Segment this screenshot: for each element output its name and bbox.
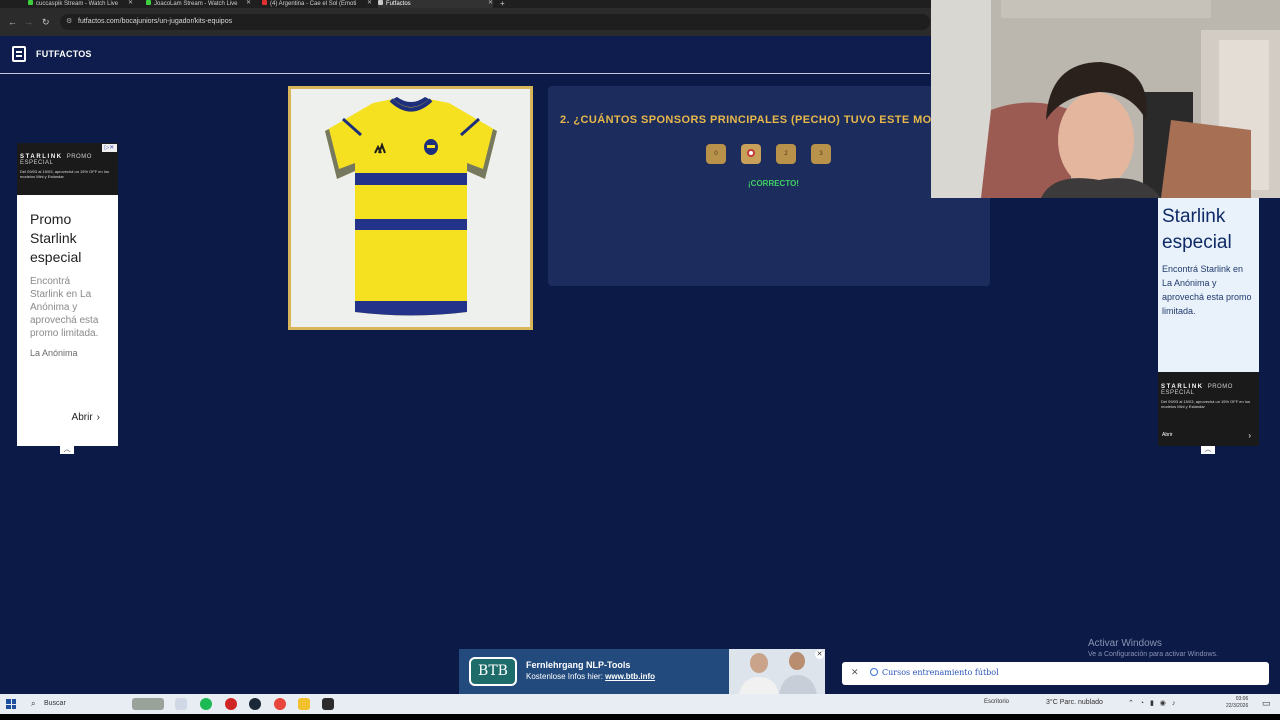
- new-tab-icon[interactable]: +: [500, 0, 505, 8]
- tab-joacolam[interactable]: JoacoLam Stream - Watch Live ✕: [146, 0, 251, 8]
- bottom-ad[interactable]: BTB Fernlehrgang NLP-Tools Kostenlose In…: [459, 649, 825, 694]
- system-tray-icons[interactable]: ⌃ ◔ ▮ ◉ ♪: [1128, 699, 1177, 707]
- reload-icon[interactable]: ↻: [42, 17, 50, 28]
- chevron-right-icon: ›: [96, 412, 100, 423]
- notifications-icon[interactable]: ▭: [1262, 698, 1271, 709]
- close-icon[interactable]: ✕: [851, 667, 859, 678]
- url-text: futfactos.com/bocajuniors/un-jugador/kit…: [78, 18, 233, 25]
- stream-favicon-icon: [28, 0, 33, 5]
- ad-body: Encontrá Starlink en La Anónima y aprove…: [30, 276, 99, 339]
- steam-icon[interactable]: [249, 698, 261, 710]
- address-bar[interactable]: ⚙ futfactos.com/bocajuniors/un-jugador/k…: [60, 14, 930, 30]
- starlink-logo: STARLINK PROMO ESPECIAL: [20, 154, 115, 166]
- selected-answer-icon: [747, 149, 755, 158]
- suggestion-text[interactable]: Cursos entrenamiento fútbol: [882, 668, 999, 677]
- back-icon[interactable]: ←: [8, 17, 17, 27]
- tab-label: (4) Argentina - Cae el Sol (Emoti: [270, 1, 357, 7]
- spotify-icon[interactable]: [200, 698, 212, 710]
- desktop-label[interactable]: Escritorio: [984, 699, 1009, 705]
- ad-title: Fernlehrgang NLP-Tools: [526, 660, 631, 670]
- stream-favicon-icon: [146, 0, 151, 5]
- taskbar-clock[interactable]: 03:06 22/3/2026: [1226, 696, 1248, 710]
- chrome-icon[interactable]: [274, 698, 286, 710]
- clock-time: 03:06: [1235, 696, 1249, 702]
- watermark-title: Activar Windows: [1088, 638, 1162, 649]
- watermark-subtitle: Ve a Configuración para activar Windows.: [1088, 651, 1218, 658]
- tab-cuccaspik[interactable]: cuccaspik Stream - Watch Live ✕: [28, 0, 133, 8]
- youtube-favicon-icon: [262, 0, 267, 5]
- widgets-icon[interactable]: [132, 698, 164, 710]
- webcam-overlay: [931, 0, 1280, 198]
- ad-open-button[interactable]: Abrir ›: [72, 412, 100, 423]
- close-tab-icon[interactable]: ✕: [488, 0, 493, 7]
- starlink-logo: STARLINK PROMO ESPECIAL: [1161, 384, 1256, 396]
- site-info-icon[interactable]: ⚙: [66, 14, 72, 30]
- tab-argentina[interactable]: (4) Argentina - Cae el Sol (Emoti ✕: [262, 0, 372, 8]
- ad-choices-icon[interactable]: ▷✕: [102, 144, 117, 152]
- site-brand[interactable]: FUTFACTOS: [36, 49, 92, 59]
- task-view-icon[interactable]: [175, 698, 187, 710]
- ad-line-prefix: Kostenlose Infos hier:: [526, 672, 606, 681]
- site-header: FUTFACTOS: [0, 36, 930, 74]
- answer-option-1[interactable]: [741, 144, 761, 164]
- ad-headline: Starlink especial: [1162, 206, 1232, 253]
- collapse-ad-right-icon[interactable]: ︿: [1201, 446, 1215, 454]
- windows-start-icon[interactable]: [6, 699, 16, 709]
- close-tab-icon[interactable]: ✕: [246, 0, 251, 7]
- ad-advertiser: La Anónima: [30, 348, 78, 358]
- ad-line: Kostenlose Infos hier: www.btb.info: [526, 672, 655, 681]
- windows-taskbar: ⌕ Buscar Escritorio 3°C Parc. nublado ⌃ …: [0, 694, 1280, 714]
- ad-photo-image: [729, 649, 825, 694]
- chevron-right-icon[interactable]: ›: [1248, 431, 1251, 440]
- kit-image-card: [288, 86, 533, 330]
- screen-bottom-edge: [0, 714, 1280, 720]
- answer-option-0[interactable]: 0: [706, 144, 726, 164]
- option-label: 3: [819, 151, 823, 157]
- ad-fine-print: Del 09/03 al 15/03, aprovechá un 15% OFF…: [1161, 399, 1250, 409]
- file-explorer-icon[interactable]: [298, 698, 310, 710]
- futfactos-logo-icon[interactable]: [12, 46, 26, 62]
- ad-headline: Promo Starlink especial: [30, 211, 82, 265]
- ad-right[interactable]: Starlink especial Encontrá Starlink en L…: [1158, 198, 1259, 446]
- close-ad-icon[interactable]: ✕: [815, 650, 824, 659]
- clock-date: 22/3/2026: [1226, 703, 1249, 709]
- jersey-image: [325, 97, 497, 316]
- search-suggestion-bar[interactable]: ✕ Cursos entrenamiento fútbol: [842, 662, 1269, 685]
- close-tab-icon[interactable]: ✕: [367, 0, 372, 7]
- ad-banner[interactable]: STARLINK PROMO ESPECIAL Del 09/03 al 15/0…: [1158, 372, 1259, 446]
- ad-fine-print: Del 09/03 al 15/03, aprovechá un 15% OFF…: [20, 169, 109, 179]
- answer-feedback: ¡CORRECTO!: [748, 179, 799, 188]
- tab-label: Futfactos: [386, 1, 411, 7]
- question-text: 2. ¿CUÁNTOS SPONSORS PRINCIPALES (PECHO)…: [560, 114, 971, 126]
- taskbar-search[interactable]: ⌕ Buscar: [24, 696, 124, 712]
- close-tab-icon[interactable]: ✕: [128, 0, 133, 7]
- forward-icon[interactable]: →: [24, 17, 33, 27]
- activate-windows-watermark: Activar Windows Ve a Configuración para …: [1088, 638, 1218, 658]
- collapse-ad-left-icon[interactable]: ︿: [60, 446, 74, 454]
- option-label: 2: [784, 151, 788, 157]
- weather-widget[interactable]: 3°C Parc. nublado: [1046, 699, 1103, 706]
- search-icon: ⌕: [31, 699, 36, 708]
- opera-icon[interactable]: [225, 698, 237, 710]
- question-panel: 2. ¿CUÁNTOS SPONSORS PRINCIPALES (PECHO)…: [548, 86, 990, 286]
- futfactos-favicon-icon: [378, 0, 383, 5]
- tab-label: cuccaspik Stream - Watch Live: [36, 1, 119, 7]
- search-label: Buscar: [44, 700, 66, 707]
- ad-open-button[interactable]: Abrir: [1162, 432, 1173, 438]
- tab-label: JoacoLam Stream - Watch Live: [154, 1, 238, 7]
- tab-futfactos[interactable]: Futfactos ✕: [378, 0, 493, 8]
- option-label: 0: [714, 151, 718, 157]
- ad-open-label: Abrir: [71, 412, 93, 423]
- ad-body: Encontrá Starlink en La Anónima y aprove…: [1162, 264, 1252, 316]
- answer-option-2[interactable]: 2: [776, 144, 796, 164]
- btb-logo: BTB: [469, 657, 517, 686]
- ad-left[interactable]: STARLINK PROMO ESPECIAL Del 09/03 al 15/0…: [17, 143, 118, 446]
- info-icon: [870, 668, 878, 676]
- ad-photo: [729, 649, 825, 694]
- webcam-feed-image: [931, 0, 1280, 198]
- terminal-icon[interactable]: [322, 698, 334, 710]
- ad-link[interactable]: www.btb.info: [605, 672, 655, 681]
- answer-option-3[interactable]: 3: [811, 144, 831, 164]
